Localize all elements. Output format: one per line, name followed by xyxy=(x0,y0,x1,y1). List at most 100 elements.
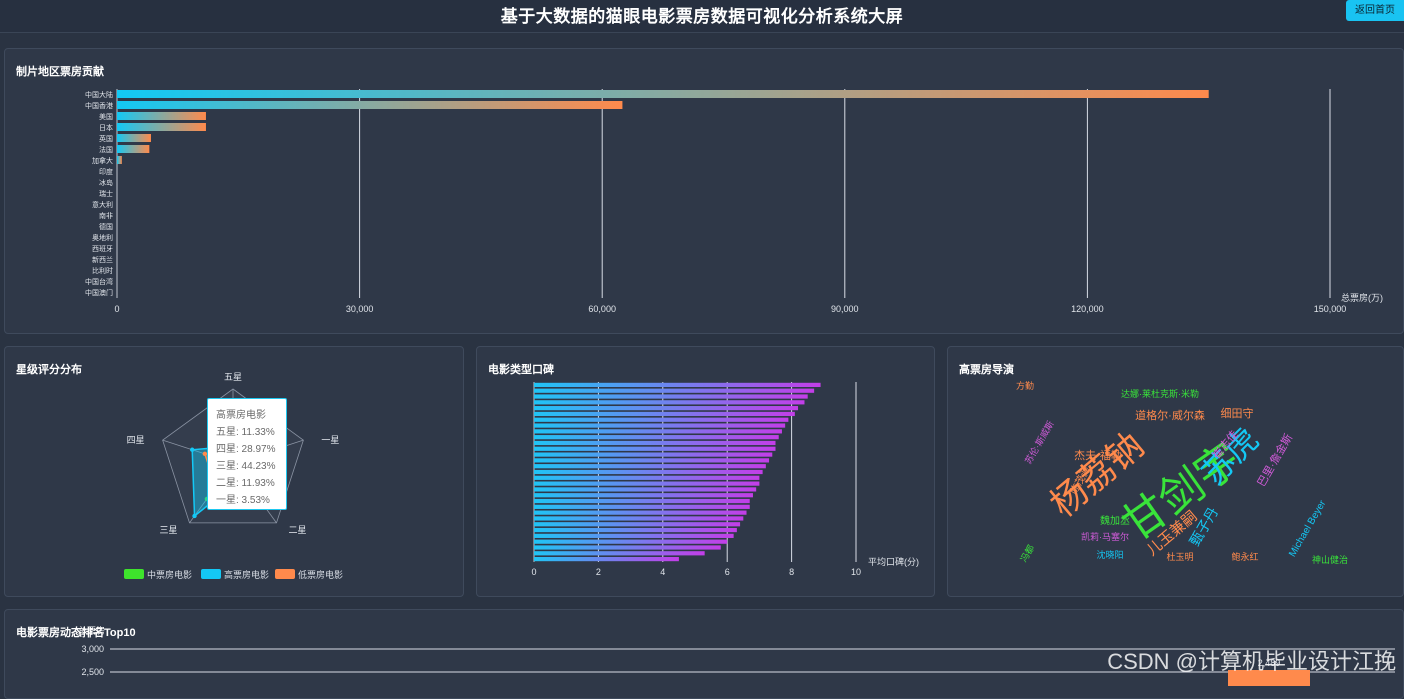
x-tick-label: 2 xyxy=(596,567,601,577)
director-word: 魏加丞 xyxy=(1100,514,1130,527)
region-bar xyxy=(117,134,151,142)
page-title: 基于大数据的猫眼电影票房数据可视化分析系统大屏 xyxy=(500,7,904,26)
y-category-label: 英国 xyxy=(99,134,113,143)
genre-bar xyxy=(534,516,744,521)
genre-bar xyxy=(534,406,799,411)
legend-label: 中票房电影 xyxy=(147,570,193,580)
genre-bar xyxy=(534,446,776,451)
y-category-label: 印度 xyxy=(99,167,113,176)
director-word: 杰夫·福勒 xyxy=(1074,448,1122,462)
y-category-label: 日本 xyxy=(99,123,113,132)
genre-bar xyxy=(534,498,750,504)
genre-bar xyxy=(534,556,679,562)
y-category-label: 瑞士 xyxy=(99,189,113,198)
genre-bar xyxy=(534,429,782,434)
director-word: 达娜·莱杜克斯·米勒 xyxy=(1121,388,1199,399)
y-category-label: 中国澳门 xyxy=(85,288,113,297)
tooltip-line: 三星: 44.23% xyxy=(216,461,276,472)
genre-bar xyxy=(534,539,728,544)
genre-bar xyxy=(534,551,705,556)
y-category-label: 西班牙 xyxy=(92,244,113,253)
x-tick-label: 4 xyxy=(660,567,665,577)
director-word: 冯都 xyxy=(1019,543,1037,564)
genre-bar xyxy=(534,545,721,550)
y-category-label: 法国 xyxy=(99,145,113,154)
radar-axis-label: 二星 xyxy=(288,525,306,535)
genre-bar xyxy=(534,400,805,405)
genre-bar xyxy=(534,493,753,498)
back-home-button[interactable]: 返回首页 xyxy=(1346,0,1404,21)
y-category-label: 冰岛 xyxy=(99,178,113,187)
radar-point xyxy=(192,513,197,519)
genre-bar xyxy=(534,527,737,533)
director-word: 巴里·詹金斯 xyxy=(1254,431,1295,489)
director-word: 神山健治 xyxy=(1312,554,1348,565)
radar-axis-label: 五星 xyxy=(224,372,242,382)
genre-bar xyxy=(534,388,815,393)
y-category-label: 德国 xyxy=(99,222,113,231)
region-bar xyxy=(117,90,1209,98)
genre-bar xyxy=(534,394,808,399)
legend-label: 低票房电影 xyxy=(298,570,344,580)
genre-bar xyxy=(534,452,773,457)
legend-item-high[interactable]: 高票房电影 xyxy=(201,569,269,581)
region-bar-chart: 0 30,000 60,000 90,000 120,000 150,000 中国大陆中国香… xyxy=(85,89,1383,314)
legend-item-mid[interactable]: 中票房电影 xyxy=(124,569,192,581)
x-tick-label: 90,000 xyxy=(831,304,859,314)
y-category-label: 美国 xyxy=(99,112,113,121)
genre-bar xyxy=(534,458,770,463)
y-category-label: 新西兰 xyxy=(92,255,113,264)
y-tick-label: 2,500 xyxy=(81,667,104,677)
genre-bar xyxy=(534,435,779,440)
region-bar xyxy=(117,123,206,131)
radar-axis-label: 三星 xyxy=(159,525,177,535)
y-category-label: 奥地利 xyxy=(92,233,113,242)
legend-swatch xyxy=(201,569,221,579)
legend-label: 高票房电影 xyxy=(224,570,270,580)
director-word: 道格尔·威尔森 xyxy=(1135,408,1205,422)
region-bar xyxy=(117,156,122,164)
genre-bar xyxy=(534,464,766,469)
y-category-label: 意大利 xyxy=(92,200,113,209)
director-word: 方勤 xyxy=(1016,380,1034,391)
radar-axis-label: 一星 xyxy=(321,435,339,445)
director-word: 凯莉·马塞尔 xyxy=(1081,531,1129,542)
y-category-label: 中国台湾 xyxy=(85,277,113,286)
genre-bar xyxy=(534,417,789,422)
y-category-label: 中国大陆 xyxy=(85,90,113,99)
radar-axis-label: 四星 xyxy=(127,435,145,445)
tooltip-line: 五星: 11.33% xyxy=(216,427,275,438)
watermark: CSDN @计算机毕业设计江挽 xyxy=(1107,649,1396,674)
tooltip-title: 高票房电影 xyxy=(216,410,266,421)
radar-tooltip: 高票房电影 五星: 11.33% 四星: 28.97% 三星: 44.23% 二… xyxy=(207,398,287,510)
y-category-label: 中国香港 xyxy=(85,101,113,110)
x-tick-label: 120,000 xyxy=(1071,304,1104,314)
genre-bar xyxy=(534,423,786,428)
region-panel-title: 制片地区票房贡献 xyxy=(16,66,104,78)
star-panel-title: 星级评分分布 xyxy=(16,364,82,376)
tooltip-line: 四星: 28.97% xyxy=(216,444,276,455)
top-bar: 基于大数据的猫眼电影票房数据可视化分析系统大屏 返回首页 xyxy=(0,0,1404,33)
genre-bar xyxy=(534,487,757,492)
genre-bar xyxy=(534,510,747,515)
tooltip-line: 一星: 3.53% xyxy=(216,495,270,506)
director-word: Michael Beyer xyxy=(1287,498,1329,559)
x-tick-label: 8 xyxy=(789,567,794,577)
legend-swatch xyxy=(275,569,295,579)
y-category-label: 比利时 xyxy=(92,266,113,275)
x-axis-title: 平均口碑(分) xyxy=(868,556,919,567)
legend-item-low[interactable]: 低票房电影 xyxy=(275,569,343,581)
y-category-label: 加拿大 xyxy=(92,156,113,165)
genre-bar xyxy=(534,475,760,480)
radar-point xyxy=(190,447,195,452)
x-tick-label: 60,000 xyxy=(588,304,616,314)
region-bar xyxy=(117,112,206,120)
tooltip-line: 二星: 11.93% xyxy=(216,478,275,489)
x-tick-label: 0 xyxy=(114,304,119,314)
genre-bar xyxy=(534,382,821,388)
genre-bar xyxy=(534,504,750,509)
y-tick-label: 3,000 xyxy=(81,644,104,654)
x-tick-label: 150,000 xyxy=(1314,304,1347,314)
genre-bar xyxy=(534,533,734,538)
x-tick-label: 0 xyxy=(531,567,536,577)
